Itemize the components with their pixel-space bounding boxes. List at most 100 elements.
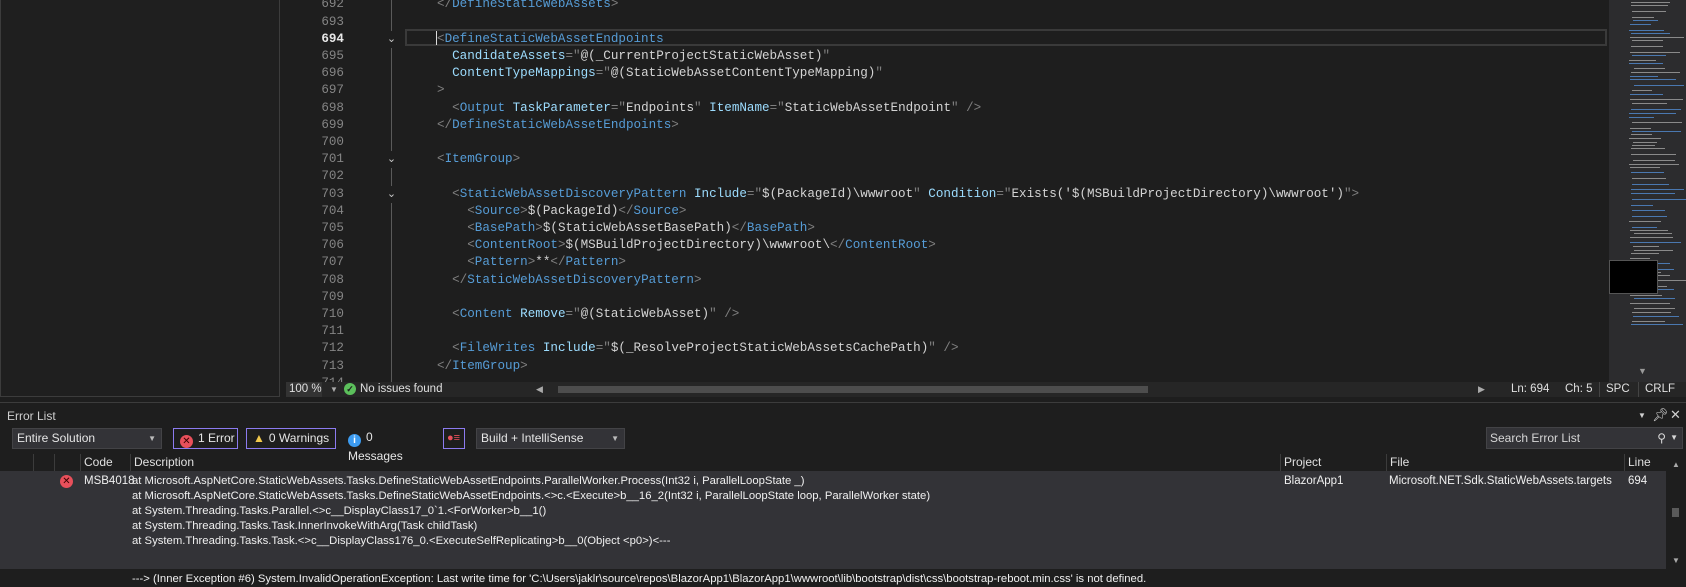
scroll-right-arrow-icon[interactable]: ▶ (1478, 382, 1485, 397)
line-number: 701 (321, 152, 344, 167)
column-header-project[interactable]: Project (1280, 454, 1386, 471)
code-line: <FileWrites Include="$(_ResolveProjectSt… (437, 340, 958, 357)
error-project: BlazorApp1 (1284, 475, 1344, 487)
code-token: DefineStaticWebAssetEndpoints (444, 31, 664, 46)
minimap-scrollbar[interactable] (1609, 0, 1686, 382)
minimap-line (1632, 178, 1666, 179)
minimap-line (1629, 138, 1661, 139)
code-token: @(StaticWebAsset) (580, 307, 710, 321)
errors-filter-toggle[interactable]: ✕ 1 Error (173, 428, 238, 449)
warnings-filter-toggle[interactable]: ▲ 0 Warnings (246, 428, 336, 449)
code-token: ItemGroup (444, 152, 513, 167)
minimap-line (1633, 160, 1675, 161)
line-number: 693 (321, 14, 344, 29)
code-token: " (694, 100, 702, 115)
line-number: 712 (321, 341, 344, 356)
code-token: " (875, 66, 883, 81)
pin-icon[interactable]: 📌︎ (1652, 407, 1669, 423)
code-line: <ContentRoot>$(MSBuildProjectDirectory)\… (437, 237, 936, 254)
line-indicator[interactable]: Ln: 694 (1511, 382, 1549, 397)
column-header-line[interactable]: Line (1624, 454, 1666, 471)
code-token: =" (610, 100, 626, 115)
minimap-line (1632, 216, 1667, 217)
scroll-down-arrow-icon[interactable]: ▼ (1672, 556, 1680, 565)
code-token: =" (565, 307, 581, 321)
error-list-header: Code Description Project File Line (0, 454, 1666, 471)
code-token: < (437, 31, 445, 46)
minimap-line (1631, 5, 1668, 6)
fold-chevron-icon[interactable]: ⌄ (385, 30, 398, 48)
minimap-line (1630, 167, 1660, 168)
code-token: =" (996, 186, 1012, 201)
minimap-line (1634, 233, 1672, 234)
minimap-line (1634, 298, 1675, 299)
code-token: > (610, 0, 619, 12)
code-token: Output (459, 100, 506, 115)
line-number: 692 (321, 0, 344, 12)
whitespace-indicator[interactable]: SPC (1599, 382, 1637, 397)
code-token: $(StaticWebAssetBasePath) (542, 221, 732, 235)
error-list-scrollbar[interactable]: ▲ ▼ (1666, 454, 1686, 569)
table-row[interactable]: ✕ MSB4018 at Microsoft.AspNetCore.Static… (0, 471, 1666, 585)
messages-filter-toggle[interactable]: i0 Messages (348, 428, 430, 463)
line-number: 710 (321, 307, 344, 321)
minimap-line (1631, 193, 1675, 194)
zoom-dropdown[interactable]: 100 % ▼ (286, 382, 338, 397)
minimap-line (1630, 258, 1650, 259)
minimap-line (1632, 55, 1666, 56)
code-token: =" (769, 100, 785, 115)
code-line: <ItemGroup> (437, 151, 520, 168)
column-header-description[interactable]: Description (130, 454, 1280, 471)
fold-chevron-icon[interactable]: ⌄ (385, 185, 398, 203)
column-header-severity[interactable] (33, 454, 54, 471)
minimap-line (1630, 94, 1663, 95)
code-token: ContentRoot (474, 238, 558, 253)
code-token: =" (746, 186, 763, 201)
minimap-line (1632, 17, 1654, 18)
left-tool-pane (0, 0, 280, 397)
issues-status[interactable]: No issues found (360, 382, 442, 397)
column-header-code[interactable]: Code (80, 454, 130, 471)
scroll-up-arrow-icon[interactable]: ▲ (1672, 460, 1680, 469)
code-token: StaticWebAssetEndpoint (784, 100, 951, 115)
minimap-line (1631, 134, 1652, 135)
panel-title: Error List (7, 409, 56, 423)
error-description-line: at System.Threading.Tasks.Task.<>c__Disp… (132, 535, 671, 547)
horizontal-scrollbar[interactable] (548, 386, 1483, 393)
search-error-list-input[interactable]: Search Error List ⚲ ▼ (1486, 427, 1683, 449)
column-header-suppression[interactable] (54, 454, 80, 471)
panel-menu-icon[interactable]: ▼ (1638, 411, 1646, 420)
scrollbar-thumb[interactable] (1672, 508, 1679, 517)
line-number: 713 (321, 358, 344, 373)
minimap-line (1634, 85, 1684, 86)
build-source-dropdown[interactable]: Build + IntelliSense ▼ (476, 428, 625, 449)
minimap-line (1630, 37, 1684, 38)
scrollbar-thumb[interactable] (558, 386, 1148, 393)
code-line: </DefineStaticWebAssetEndpoints> (437, 117, 679, 134)
search-icon: ⚲ (1657, 431, 1666, 445)
line-ending-indicator[interactable]: CRLF (1638, 382, 1684, 397)
code-token: </ (830, 238, 846, 253)
code-token: FileWrites (459, 341, 536, 356)
filter-open-documents-icon[interactable]: ●≡ (443, 428, 465, 449)
minimap-viewport[interactable] (1609, 260, 1658, 294)
error-icon: ✕ (60, 475, 73, 488)
code-line: <Pattern>**</Pattern> (437, 254, 626, 271)
minimap-line (1631, 72, 1680, 73)
code-token: < (467, 255, 475, 270)
column-indicator[interactable]: Ch: 5 (1565, 382, 1593, 397)
code-editor[interactable]: 692 </DefineStaticWebAssets> 693 694 ⌄ <Defin… (280, 0, 1609, 382)
scroll-down-arrow-icon[interactable]: ▼ (1638, 366, 1647, 376)
fold-chevron-icon[interactable]: ⌄ (385, 151, 398, 169)
scroll-left-arrow-icon[interactable]: ◀ (536, 382, 543, 397)
line-number: 703 (321, 186, 344, 201)
scope-dropdown[interactable]: Entire Solution ▼ (12, 428, 162, 449)
minimap-line (1631, 189, 1684, 190)
minimap-line (1629, 221, 1661, 222)
column-header-file[interactable]: File (1386, 454, 1624, 471)
error-description-line: at Microsoft.AspNetCore.StaticWebAssets.… (132, 475, 805, 487)
close-icon[interactable]: ✕ (1670, 407, 1681, 423)
code-token: > (512, 152, 521, 167)
